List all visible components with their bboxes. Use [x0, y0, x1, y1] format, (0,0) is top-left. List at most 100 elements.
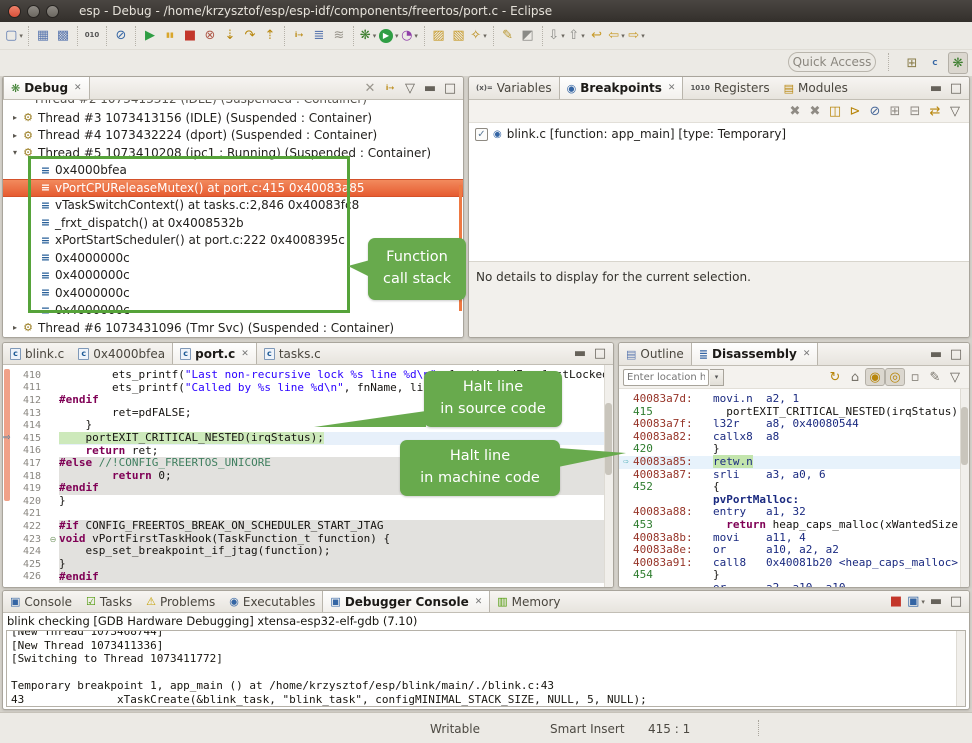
close-tab-icon[interactable]: ✕	[803, 349, 811, 359]
view-menu-icon[interactable]: ▽	[400, 79, 420, 97]
last-edit-location-icon[interactable]: ↩	[587, 25, 607, 47]
debug-perspective-icon[interactable]: ❋	[948, 52, 968, 74]
disconnect-icon[interactable]: ⊗	[200, 25, 220, 47]
refresh-icon[interactable]: ↻	[825, 368, 845, 386]
dropdown-arrow-icon[interactable]: ▾	[621, 32, 625, 40]
minimize-icon[interactable]: ▬	[926, 593, 946, 611]
editor-tab-port-c[interactable]: cport.c✕	[172, 343, 257, 364]
home-icon[interactable]: ⌂	[845, 368, 865, 386]
dropdown-arrow-icon[interactable]: ▾	[581, 32, 585, 40]
tree-expand-arrow-icon[interactable]: ▸	[9, 323, 21, 332]
thread-row[interactable]: ▾⚙Thread #5 1073410208 (ipc1 : Running) …	[3, 144, 463, 162]
editor-tab-0x4000bfea[interactable]: c0x4000bfea	[71, 343, 172, 364]
disassembly-tab-outline[interactable]: ▤Outline	[619, 343, 691, 365]
pin-view-icon[interactable]: ✎	[925, 368, 945, 386]
view-menu-icon[interactable]: ▽	[945, 368, 965, 386]
dropdown-arrow-icon[interactable]: ▾	[19, 32, 23, 40]
binary-file-icon[interactable]: 010	[82, 25, 102, 47]
console-tab-console[interactable]: ▣Console	[3, 591, 79, 612]
dropdown-arrow-icon[interactable]: ▾	[395, 32, 399, 40]
close-tab-icon[interactable]: ✕	[241, 349, 249, 359]
disassembly-line[interactable]: 40083a87:srli a3, a0, 6	[619, 469, 969, 482]
view-menu-icon[interactable]: ▽	[945, 102, 965, 120]
hide-instructions-icon[interactable]: ≋	[329, 25, 349, 47]
console-scrollbar[interactable]	[956, 631, 965, 706]
close-tab-icon[interactable]: ✕	[668, 83, 676, 93]
breakpoint-checkbox[interactable]: ✓	[475, 128, 488, 141]
disassembly-line[interactable]: 40083a91:call8 0x40081b20 <heap_caps_mal…	[619, 557, 969, 570]
maximize-icon[interactable]: □	[440, 79, 460, 97]
disassembly-scrollbar[interactable]	[960, 389, 969, 587]
link-with-debug-view-icon[interactable]: ⇄	[925, 102, 945, 120]
editor-tab-tasks-c[interactable]: ctasks.c	[257, 343, 328, 364]
thread-row[interactable]: ▸⚙Thread #4 1073432224 (dport) (Suspende…	[3, 127, 463, 145]
stack-frame-row[interactable]: ≡0x4000bfea	[3, 162, 463, 180]
console-output[interactable]: [New Thread 1073468744][New Thread 10734…	[6, 630, 966, 707]
open-task-icon[interactable]: ▧	[449, 25, 469, 47]
disassembly-body[interactable]: 40083a7d:movi.n a2, 1415 portEXIT_CRITIC…	[619, 389, 969, 587]
resume-icon[interactable]: ▶	[140, 25, 160, 47]
location-dropdown-icon[interactable]: ▾	[710, 369, 724, 386]
show-whitespace-icon[interactable]: ◩	[518, 25, 538, 47]
thread-row[interactable]: ▸⚙Thread #6 1073431096 (Tmr Svc) (Suspen…	[3, 319, 463, 337]
close-tab-icon[interactable]: ✕	[74, 83, 82, 93]
skip-all-breakpoints-icon[interactable]: ⊘	[111, 25, 131, 47]
code-line[interactable]: 425}	[3, 558, 613, 571]
disassembly-line[interactable]: 40083a82:callx8 a8	[619, 431, 969, 444]
expand-all-icon[interactable]: ⊞	[885, 102, 905, 120]
disassembly-tab-disassembly[interactable]: ≣Disassembly✕	[691, 343, 819, 365]
maximize-icon[interactable]: □	[946, 593, 966, 611]
close-tab-icon[interactable]: ✕	[475, 597, 483, 607]
close-button[interactable]	[8, 5, 21, 18]
step-over-icon[interactable]: ↷	[240, 25, 260, 47]
save-all-icon[interactable]: ▩	[53, 25, 73, 47]
new-wizard-icon[interactable]: ▢▾	[4, 25, 24, 47]
back-icon[interactable]: ⇦▾	[607, 25, 627, 47]
suspend-icon[interactable]: ▮▮	[160, 25, 180, 47]
location-input[interactable]	[623, 369, 709, 386]
minimize-icon[interactable]: ▬	[420, 79, 440, 97]
show-breakpoints-for-icon[interactable]: ◫	[825, 102, 845, 120]
collapse-all-icon[interactable]: ⊟	[905, 102, 925, 120]
quick-access-button[interactable]: Quick Access	[788, 52, 876, 72]
code-line[interactable]: 420}	[3, 495, 613, 508]
remove-all-terminated-icon[interactable]: ✕	[360, 79, 380, 97]
code-line[interactable]: 421	[3, 508, 613, 521]
tree-expand-arrow-icon[interactable]: ▸	[9, 113, 21, 122]
editor-scrollbar[interactable]	[604, 365, 613, 587]
minimize-button[interactable]	[27, 5, 40, 18]
minimize-icon[interactable]: ▬	[926, 79, 946, 97]
tree-expand-arrow-icon[interactable]: ▸	[9, 131, 21, 140]
dropdown-arrow-icon[interactable]: ▾	[373, 32, 377, 40]
stack-frame-row[interactable]: ≡_frxt_dispatch() at 0x4008532b	[3, 214, 463, 232]
maximize-icon[interactable]: □	[946, 79, 966, 97]
minimize-icon[interactable]: ▬	[926, 345, 946, 363]
minimize-icon[interactable]: ▬	[570, 345, 590, 363]
instruction-stepping-icon[interactable]: i→	[289, 25, 309, 47]
run-icon[interactable]: ▶▾	[378, 25, 400, 47]
editor-tab-blink-c[interactable]: cblink.c	[3, 343, 71, 364]
code-line[interactable]: 423⊖void vPortFirstTaskHook(TaskFunction…	[3, 533, 613, 546]
stack-frame-row[interactable]: ≡0x4000000c	[3, 302, 463, 320]
open-new-view-icon[interactable]: ▫	[905, 368, 925, 386]
stack-frame-row[interactable]: ≡vPortCPUReleaseMutex() at port.c:415 0x…	[3, 179, 463, 197]
dropdown-arrow-icon[interactable]: ▾	[414, 32, 418, 40]
disassembly-line[interactable]: or a2, a10, a10	[619, 582, 969, 587]
search-icon[interactable]: ✧▾	[469, 25, 489, 47]
cpp-perspective-icon[interactable]: C	[925, 52, 945, 74]
next-annotation-icon[interactable]: ⇩▾	[547, 25, 567, 47]
mark-occurrences-icon[interactable]: ✎	[498, 25, 518, 47]
code-line[interactable]: 422#if CONFIG_FREERTOS_BREAK_ON_SCHEDULE…	[3, 520, 613, 533]
breakpoint-row[interactable]: ✓ ◉ blink.c [function: app_main] [type: …	[469, 123, 969, 145]
goto-breakpoint-file-icon[interactable]: ⊳	[845, 102, 865, 120]
console-tab-debugger-console[interactable]: ▣Debugger Console✕	[322, 591, 490, 612]
console-tab-tasks[interactable]: ☑Tasks	[79, 591, 139, 612]
code-line[interactable]: 426#endif	[3, 571, 613, 584]
variables-tab-registers[interactable]: 1010Registers	[683, 77, 776, 99]
maximize-button[interactable]	[46, 5, 59, 18]
console-tab-memory[interactable]: ▥Memory	[490, 591, 567, 612]
previous-annotation-icon[interactable]: ⇧▾	[567, 25, 587, 47]
profile-icon[interactable]: ◔▾	[400, 25, 420, 47]
dropdown-arrow-icon[interactable]: ▾	[641, 32, 645, 40]
step-return-icon[interactable]: ⇡	[260, 25, 280, 47]
